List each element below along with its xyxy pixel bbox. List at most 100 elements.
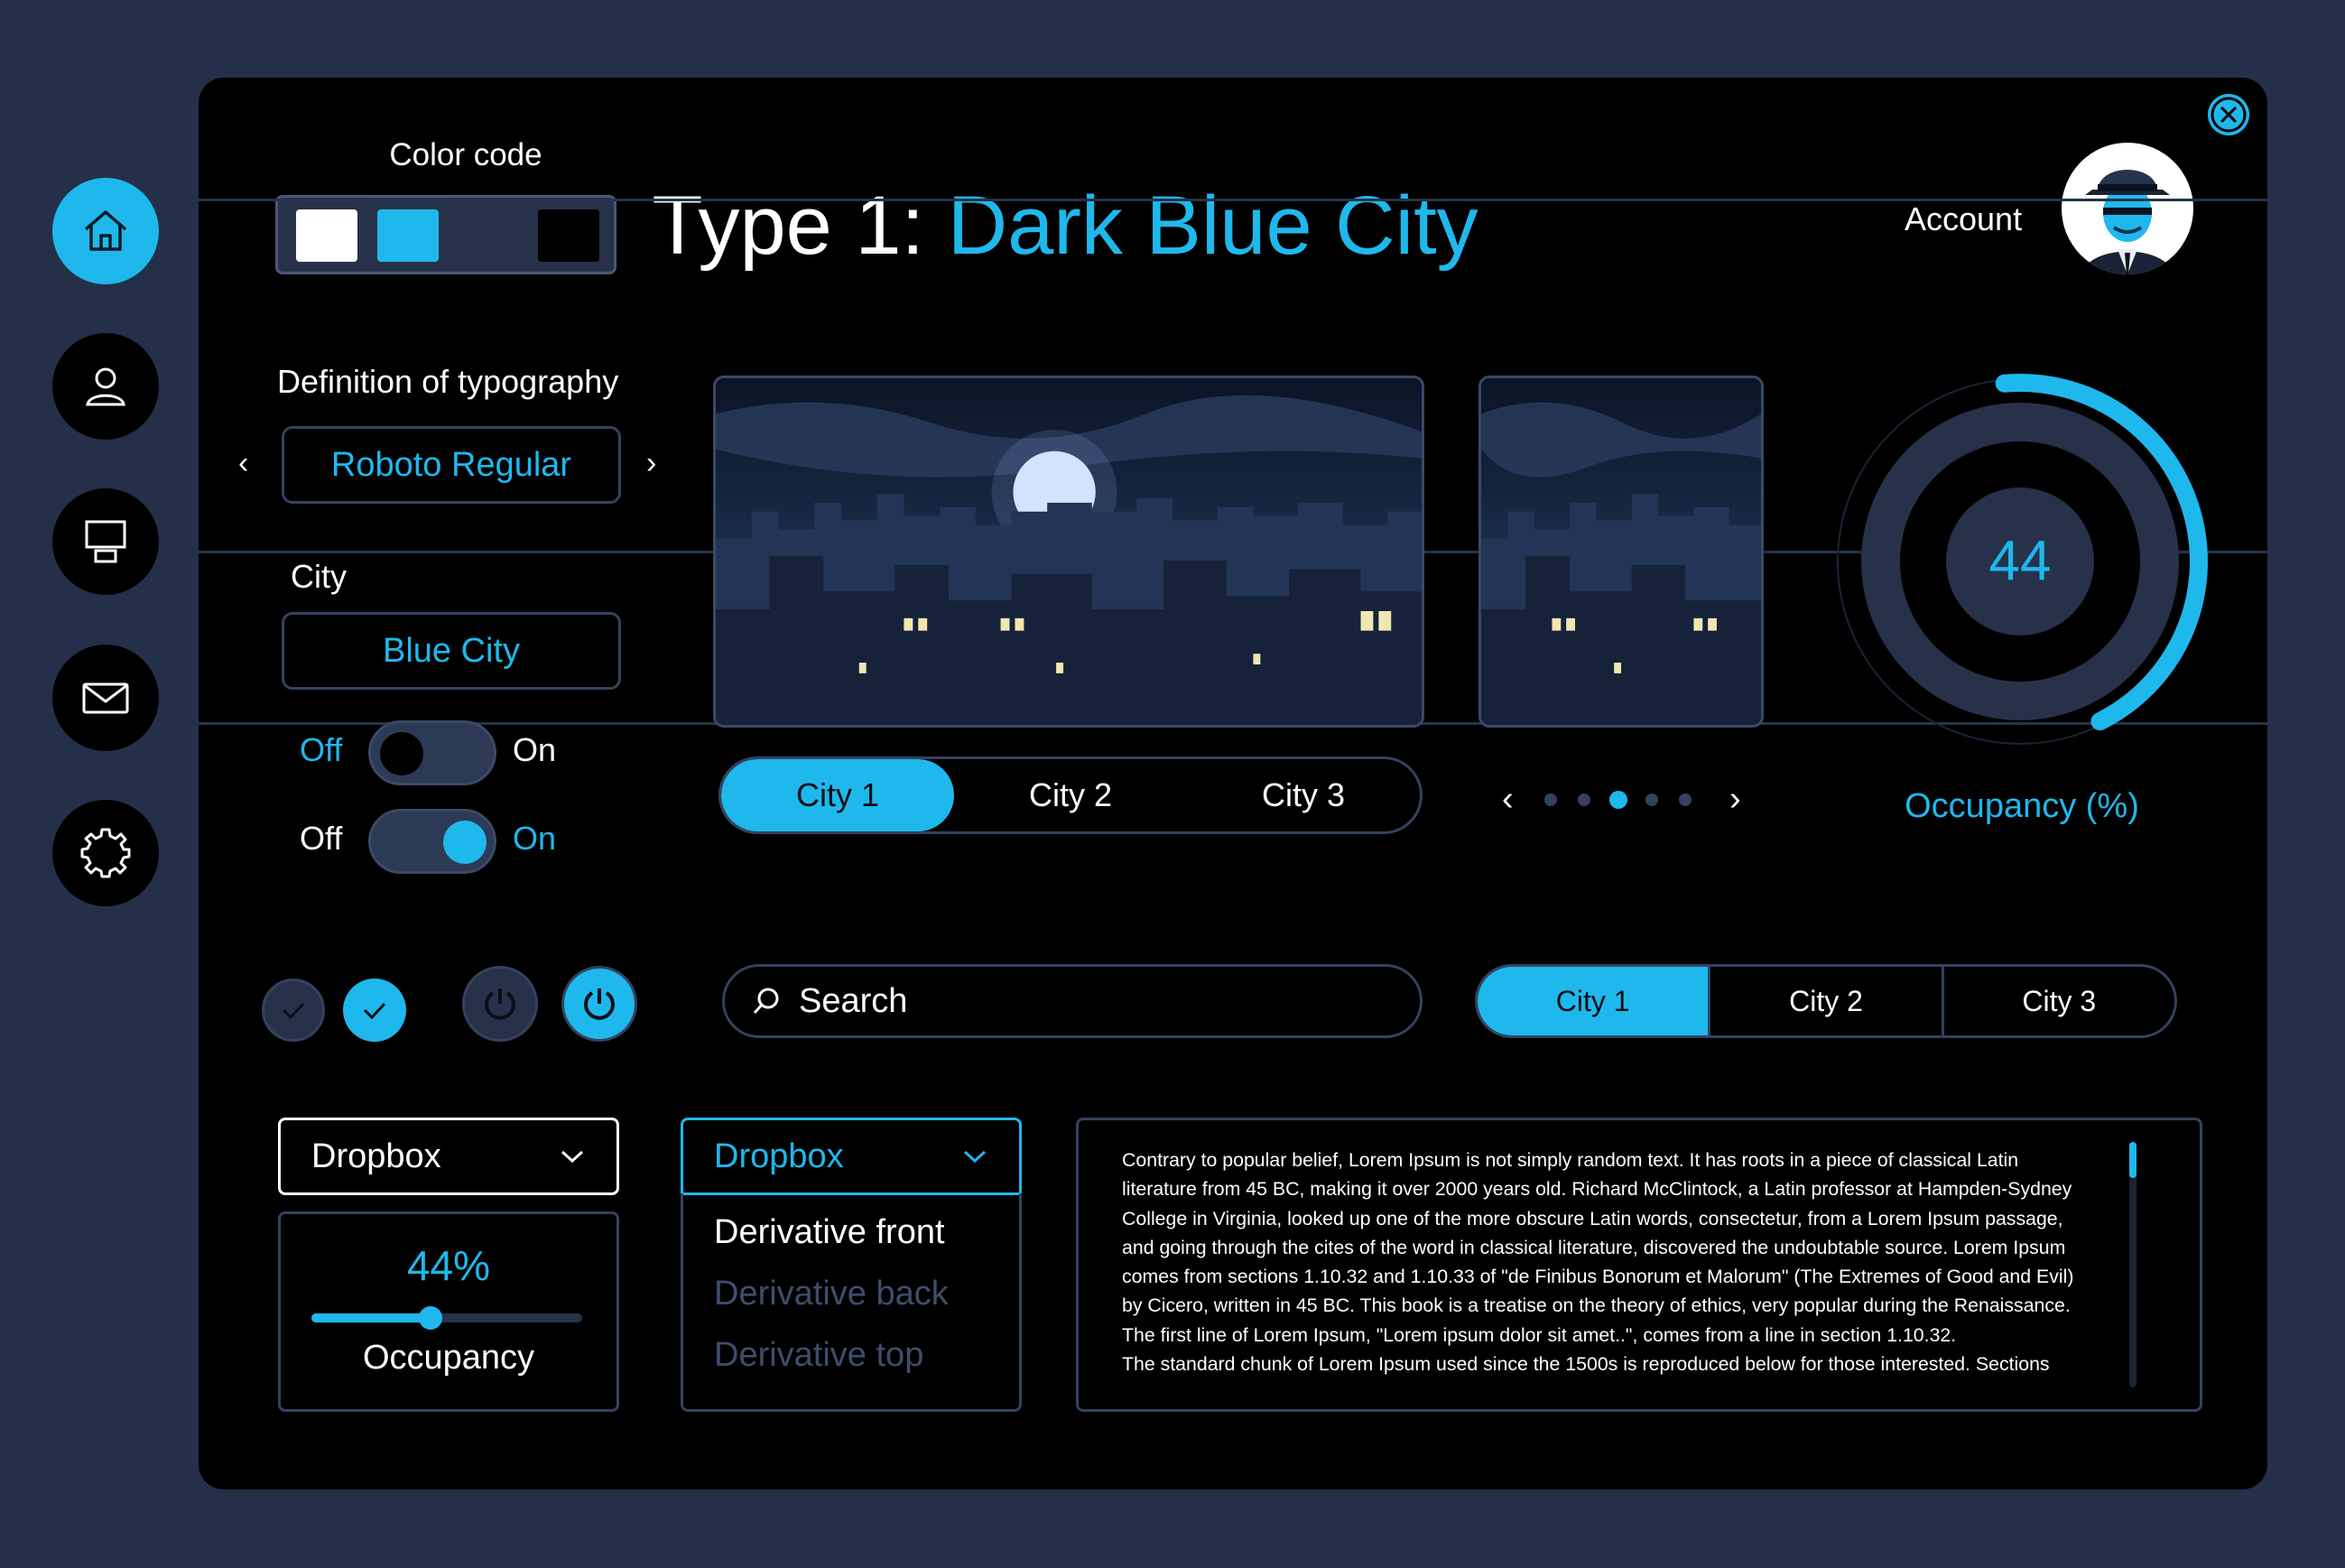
city-field[interactable]: Blue City (282, 612, 621, 690)
slider-fill (311, 1313, 431, 1322)
sidebar-item-mail[interactable] (52, 645, 159, 751)
divider (199, 199, 2267, 201)
text-line: comes from sections 1.10.32 and 1.10.33 … (1122, 1266, 2074, 1288)
check-icon (282, 1002, 305, 1020)
scrollbar-thumb[interactable] (2129, 1142, 2136, 1178)
search-input[interactable]: Search (722, 964, 1423, 1038)
sidebar-item-presentation[interactable] (52, 488, 159, 595)
gear-icon (80, 828, 131, 878)
carousel-dot[interactable] (1645, 793, 1658, 806)
toggle2-off-label: Off (300, 820, 343, 857)
occupancy-slider-card: 44% Occupancy (278, 1211, 619, 1412)
chevron-down-icon (561, 1150, 584, 1164)
dropbox-option-top[interactable]: Derivative top (714, 1336, 923, 1375)
color-code-label: Color code (389, 137, 542, 172)
toggle1-on-label: On (513, 731, 557, 768)
city-image-large[interactable] (713, 376, 1424, 728)
gallery-tab-city-1[interactable]: City 1 (721, 759, 954, 831)
gallery-tab-city-2[interactable]: City 2 (954, 759, 1187, 831)
main-panel: Color code Type 1: Dark Blue City Accoun… (199, 78, 2267, 1489)
user-icon (86, 367, 125, 406)
sidebar-item-home[interactable] (52, 178, 159, 284)
checkbox-unchecked[interactable] (262, 979, 325, 1042)
dropbox-select-open[interactable]: Dropbox (681, 1118, 1022, 1195)
text-line: and going through the cites of the word … (1122, 1236, 2066, 1258)
title-accent: Dark Blue City (947, 180, 1478, 272)
carousel-dot[interactable] (1679, 793, 1692, 806)
toggle-knob (380, 732, 423, 775)
chevron-down-icon (963, 1150, 987, 1164)
dropbox-option-back[interactable]: Derivative back (714, 1275, 949, 1313)
carousel-dot-active[interactable] (1609, 791, 1627, 809)
font-selector[interactable]: Roboto Regular (282, 426, 621, 504)
toggle-switch-off[interactable] (368, 720, 496, 785)
segment-tab-city-1[interactable]: City 1 (1478, 967, 1709, 1035)
swatch-white (296, 209, 357, 262)
slider-track[interactable] (311, 1306, 582, 1330)
page-title: Type 1: Dark Blue City (614, 179, 1516, 274)
occupancy-value: 44 (1988, 530, 2052, 592)
toggle-knob (443, 821, 487, 864)
text-line: Contrary to popular belief, Lorem Ipsum … (1122, 1149, 2019, 1171)
power-button-off[interactable] (462, 966, 538, 1042)
typography-label: Definition of typography (277, 363, 619, 400)
chevron-left-icon[interactable]: ‹ (238, 446, 248, 481)
text-area[interactable]: Contrary to popular belief, Lorem Ipsum … (1076, 1118, 2202, 1412)
close-icon (2211, 97, 2247, 133)
color-code-palette (275, 195, 616, 274)
avatar[interactable] (2062, 143, 2193, 274)
dropbox-select[interactable]: Dropbox (278, 1118, 619, 1195)
dropbox-menu: Derivative front Derivative back Derivat… (681, 1193, 1022, 1412)
text-line: literature from 45 BC, making it over 20… (1122, 1178, 2072, 1201)
close-button[interactable] (2208, 94, 2249, 135)
detective-avatar-icon (2081, 170, 2174, 274)
sidebar-item-settings[interactable] (52, 800, 159, 906)
gallery-tabs: City 1 City 2 City 3 (718, 756, 1423, 834)
slider-value: 44% (406, 1242, 491, 1289)
text-content: Contrary to popular belief, Lorem Ipsum … (1122, 1146, 2133, 1378)
swatch-cyan (377, 209, 439, 262)
swatch-black (538, 209, 599, 262)
home-icon (84, 210, 127, 251)
occupancy-label: Occupancy (%) (1905, 787, 2139, 825)
night-city-image (716, 378, 1422, 725)
power-icon (584, 988, 615, 1020)
city-label: City (291, 558, 347, 595)
search-placeholder: Search (799, 981, 908, 1020)
text-line: The standard chunk of Lorem Ipsum used s… (1122, 1353, 2050, 1376)
power-button-on[interactable] (561, 966, 637, 1042)
presentation-icon (85, 520, 126, 563)
carousel-next-icon[interactable]: › (1729, 780, 1741, 819)
dropbox-option-front[interactable]: Derivative front (714, 1213, 945, 1252)
mail-icon (82, 682, 129, 714)
toggle-switch-on[interactable] (368, 809, 496, 874)
toggle2-on-label: On (513, 820, 557, 857)
title-prefix: Type 1: (652, 180, 948, 272)
checkbox-checked[interactable] (343, 979, 406, 1042)
segment-tab-city-2[interactable]: City 2 (1708, 967, 1941, 1035)
sidebar-item-profile[interactable] (52, 333, 159, 440)
segment-tab-city-3[interactable]: City 3 (1941, 967, 2174, 1035)
carousel-prev-icon[interactable]: ‹ (1502, 780, 1514, 819)
carousel-dot[interactable] (1544, 793, 1557, 806)
slider-thumb[interactable] (419, 1306, 442, 1330)
segment-tabs: City 1 City 2 City 3 (1475, 964, 2177, 1038)
text-line: by Cicero, written in 45 BC. This book i… (1122, 1294, 2071, 1317)
chevron-right-icon[interactable]: › (646, 446, 656, 481)
text-line: The first line of Lorem Ipsum, "Lorem ip… (1122, 1323, 1957, 1346)
night-city-image (1481, 378, 1761, 725)
carousel-dot[interactable] (1578, 793, 1590, 806)
slider-label: Occupancy (362, 1339, 535, 1377)
power-icon (485, 988, 515, 1020)
account-label: Account (1905, 200, 2023, 237)
city-image-small[interactable] (1478, 376, 1764, 728)
dropbox-label: Dropbox (714, 1137, 844, 1175)
gallery-tab-city-3[interactable]: City 3 (1187, 759, 1420, 831)
swatch-dark-blue (459, 209, 520, 262)
check-icon (363, 1002, 386, 1020)
search-icon (753, 988, 779, 1014)
scrollbar-track[interactable] (2129, 1142, 2136, 1387)
toggle1-off-label: Off (300, 731, 343, 768)
text-line: College in Virginia, looked up one of th… (1122, 1207, 2063, 1229)
dropbox-label: Dropbox (311, 1137, 441, 1175)
